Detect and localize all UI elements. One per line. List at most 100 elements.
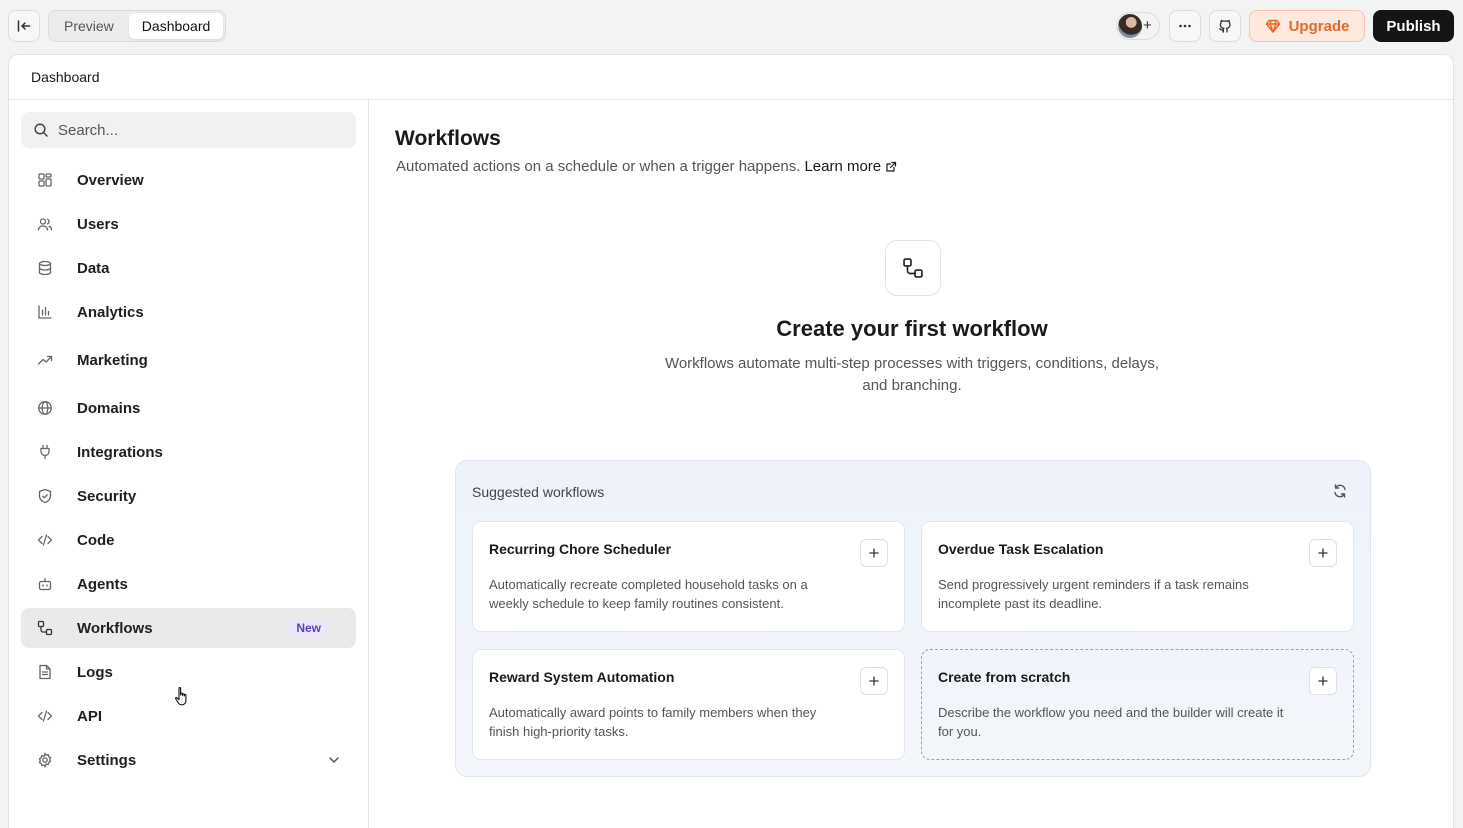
sidebar-item-label: Logs: [77, 663, 113, 681]
sidebar-item-workflows[interactable]: Workflows New: [21, 608, 356, 648]
sidebar-item-label: Domains: [77, 399, 141, 417]
code-icon: [37, 708, 53, 724]
subtitle-text: Automated actions on a schedule or when …: [396, 158, 801, 175]
sidebar-item-analytics[interactable]: Analytics: [21, 292, 356, 332]
sidebar-item-users[interactable]: Users: [21, 204, 356, 244]
collaborators-button[interactable]: +: [1116, 12, 1160, 40]
more-icon: [1179, 24, 1191, 28]
chevron-down-icon[interactable]: [326, 752, 342, 773]
file-text-icon: [37, 664, 53, 680]
sidebar: Overview Users Data Analytics Marketing …: [9, 100, 369, 828]
trending-up-icon: [37, 352, 53, 368]
sidebar-item-label: API: [77, 707, 103, 725]
page-subtitle: Automated actions on a schedule or when …: [396, 158, 897, 175]
sidebar-item-settings[interactable]: Settings: [21, 740, 356, 780]
new-badge: New: [289, 619, 328, 637]
shield-icon: [37, 488, 53, 504]
add-workflow-button[interactable]: [1309, 539, 1337, 567]
sidebar-item-marketing[interactable]: Marketing: [21, 340, 356, 380]
workflow-icon: [37, 620, 53, 636]
top-bar: Preview Dashboard + Upgrade Publish: [0, 0, 1463, 52]
create-from-scratch-card[interactable]: Create from scratch Describe the workflo…: [921, 649, 1354, 760]
card-title: Overdue Task Escalation: [938, 541, 1104, 557]
plug-icon: [37, 444, 53, 460]
workflow-card[interactable]: Reward System Automation Automatically a…: [472, 649, 905, 760]
page-header-title: Dashboard: [31, 69, 100, 85]
sidebar-item-integrations[interactable]: Integrations: [21, 432, 356, 472]
page-header: Dashboard: [9, 55, 1453, 100]
database-icon: [37, 260, 53, 276]
external-link-icon: [886, 161, 897, 172]
sidebar-item-label: Marketing: [77, 351, 148, 369]
suggested-workflows-title: Suggested workflows: [472, 484, 605, 500]
sidebar-item-security[interactable]: Security: [21, 476, 356, 516]
publish-button[interactable]: Publish: [1373, 10, 1454, 42]
learn-more-link[interactable]: Learn more: [804, 158, 897, 175]
search-input[interactable]: [58, 121, 338, 139]
plus-icon: [869, 548, 879, 558]
refresh-icon: [1334, 484, 1346, 498]
add-workflow-button[interactable]: [1309, 667, 1337, 695]
collapse-sidebar-button[interactable]: [8, 10, 40, 42]
sidebar-item-agents[interactable]: Agents: [21, 564, 356, 604]
card-title: Reward System Automation: [489, 669, 675, 685]
card-title: Recurring Chore Scheduler: [489, 541, 672, 557]
sidebar-item-label: Data: [77, 259, 110, 277]
diamond-icon: [1265, 19, 1280, 33]
hand-cursor-icon: [174, 686, 190, 713]
plus-icon: [1318, 548, 1328, 558]
sidebar-item-label: Overview: [77, 171, 144, 189]
tab-preview[interactable]: Preview: [51, 13, 127, 39]
sidebar-item-code[interactable]: Code: [21, 520, 356, 560]
card-title: Create from scratch: [938, 669, 1071, 685]
refresh-button[interactable]: [1332, 483, 1348, 504]
search-icon: [34, 123, 48, 137]
upgrade-button[interactable]: Upgrade: [1249, 10, 1365, 42]
plus-icon: +: [1143, 17, 1152, 34]
sidebar-item-label: Security: [77, 487, 137, 505]
empty-state-title: Create your first workflow: [776, 316, 1048, 341]
card-description: Send progressively urgent reminders if a…: [938, 577, 1249, 611]
sidebar-item-label: Code: [77, 531, 115, 549]
card-description: Automatically recreate completed househo…: [489, 577, 808, 611]
bar-chart-icon: [37, 304, 53, 320]
suggested-workflows-panel: Suggested workflows Recurring Chore Sche…: [455, 460, 1371, 777]
bot-icon: [37, 576, 53, 592]
plus-icon: [869, 676, 879, 686]
grid-icon: [37, 172, 53, 188]
sidebar-item-label: Settings: [77, 751, 137, 769]
page-title: Workflows: [395, 127, 501, 150]
sidebar-item-label: Integrations: [77, 443, 163, 461]
view-toggle: Preview Dashboard: [48, 10, 227, 42]
workflow-card[interactable]: Overdue Task Escalation Send progressive…: [921, 521, 1354, 632]
card-description: Automatically award points to family mem…: [489, 705, 817, 739]
plus-icon: [1318, 676, 1328, 686]
sidebar-item-overview[interactable]: Overview: [21, 160, 356, 200]
gear-icon: [37, 752, 53, 768]
sidebar-item-domains[interactable]: Domains: [21, 388, 356, 428]
sidebar-item-label: Agents: [77, 575, 128, 593]
users-icon: [37, 216, 53, 232]
workflow-card[interactable]: Recurring Chore Scheduler Automatically …: [472, 521, 905, 632]
sidebar-item-data[interactable]: Data: [21, 248, 356, 288]
sidebar-item-label: Analytics: [77, 303, 144, 321]
card-description: Describe the workflow you need and the b…: [938, 705, 1284, 739]
sidebar-item-label: Users: [77, 215, 119, 233]
more-options-button[interactable]: [1169, 10, 1201, 42]
add-workflow-button[interactable]: [860, 667, 888, 695]
sidebar-item-label: Workflows: [77, 619, 153, 637]
workflow-icon: [885, 240, 941, 296]
globe-icon: [37, 400, 53, 416]
collapse-panel-icon: [17, 20, 31, 32]
main-content: Workflows Automated actions on a schedul…: [370, 100, 1453, 828]
add-workflow-button[interactable]: [860, 539, 888, 567]
code-icon: [37, 532, 53, 548]
github-icon: [1219, 19, 1231, 33]
search-box: [21, 112, 356, 148]
upgrade-label: Upgrade: [1288, 17, 1350, 35]
github-button[interactable]: [1209, 10, 1241, 42]
learn-more-label: Learn more: [804, 158, 882, 175]
tab-dashboard[interactable]: Dashboard: [128, 13, 224, 39]
dashboard-frame: Dashboard Overview Users Data Analytics …: [8, 54, 1454, 828]
avatar: [1118, 14, 1142, 38]
